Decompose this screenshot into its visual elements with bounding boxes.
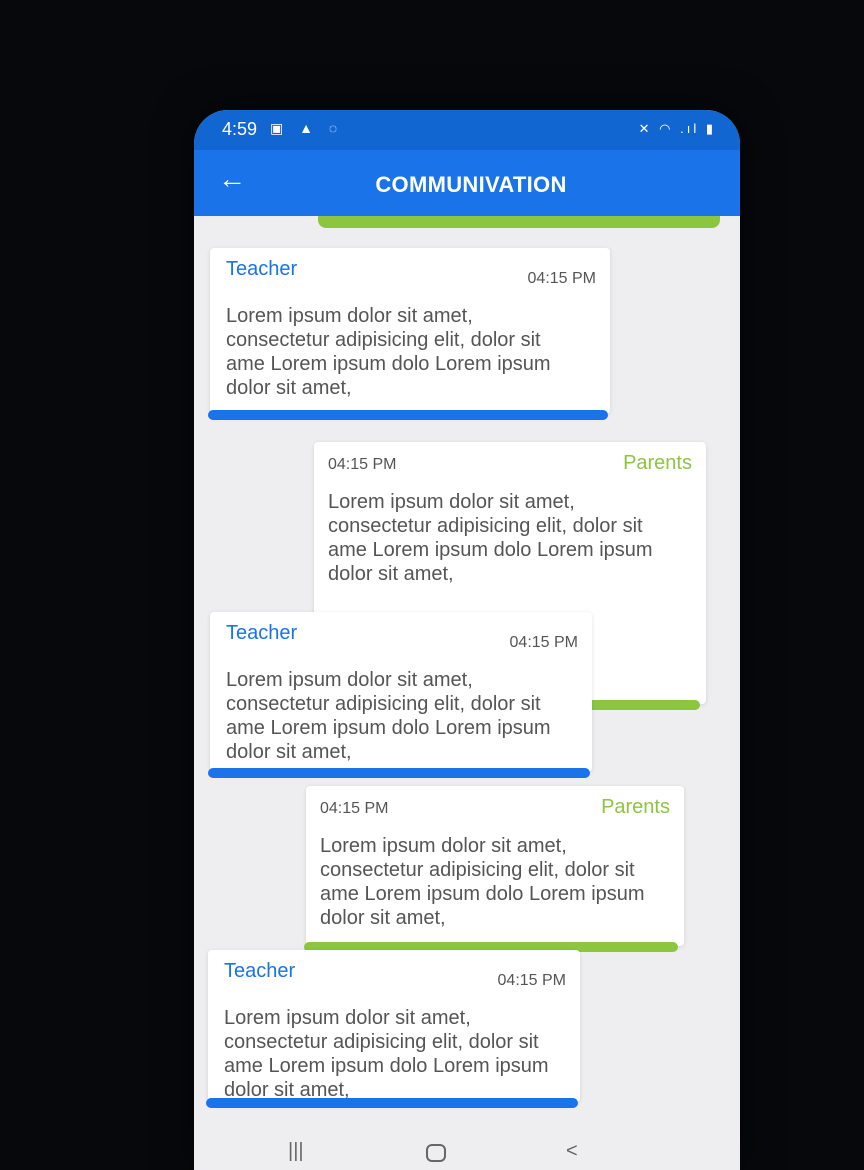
message-bubble-teacher[interactable]: Teacher 04:15 PM Lorem ipsum dolor sit a… xyxy=(206,950,580,1108)
message-time: 04:15 PM xyxy=(328,456,397,473)
sender-name: Teacher xyxy=(226,622,298,644)
status-bar: 4:59 ▣ ▲ ◌ ✕ ◠ .ıl ▮ xyxy=(194,110,740,150)
status-time: 4:59 xyxy=(222,119,258,139)
message-accent-bar xyxy=(208,410,608,420)
message-time: 04:15 PM xyxy=(320,800,389,817)
sender-name: Parents xyxy=(623,452,692,474)
message-accent-bar xyxy=(208,768,590,778)
system-status-icons: ✕ ◠ .ıl ▮ xyxy=(638,121,716,136)
message-bubble-teacher[interactable]: Teacher 04:15 PM Lorem ipsum dolor sit a… xyxy=(208,248,610,420)
message-bubble-teacher[interactable]: Teacher 04:15 PM Lorem ipsum dolor sit a… xyxy=(208,612,592,778)
phone-screen: 4:59 ▣ ▲ ◌ ✕ ◠ .ıl ▮ ← COMMUNIVATION Tea… xyxy=(194,110,740,1170)
home-icon[interactable] xyxy=(426,1144,446,1162)
message-text: Lorem ipsum dolor sit amet, consectetur … xyxy=(226,305,551,399)
message-time: 04:15 PM xyxy=(527,270,596,287)
page-title: COMMUNIVATION xyxy=(375,172,567,197)
app-bar: ← COMMUNIVATION xyxy=(194,150,740,216)
message-time: 04:15 PM xyxy=(497,972,566,989)
previous-message-bar xyxy=(318,216,720,228)
notification-icons: ▣ ▲ ◌ xyxy=(270,120,344,136)
message-text: Lorem ipsum dolor sit amet, consectetur … xyxy=(224,1007,549,1101)
message-text: Lorem ipsum dolor sit amet, consectetur … xyxy=(226,669,551,763)
system-nav-bar: ||| < xyxy=(194,1122,740,1170)
message-text: Lorem ipsum dolor sit amet, consectetur … xyxy=(328,491,653,585)
sender-name: Parents xyxy=(601,796,670,818)
message-bubble-parent[interactable]: Parents 04:15 PM Lorem ipsum dolor sit a… xyxy=(304,786,684,952)
message-list[interactable]: Teacher 04:15 PM Lorem ipsum dolor sit a… xyxy=(194,216,740,1170)
message-text: Lorem ipsum dolor sit amet, consectetur … xyxy=(320,835,645,929)
message-time: 04:15 PM xyxy=(509,634,578,651)
sender-name: Teacher xyxy=(226,258,298,280)
message-accent-bar xyxy=(206,1098,578,1108)
sender-name: Teacher xyxy=(224,960,296,982)
